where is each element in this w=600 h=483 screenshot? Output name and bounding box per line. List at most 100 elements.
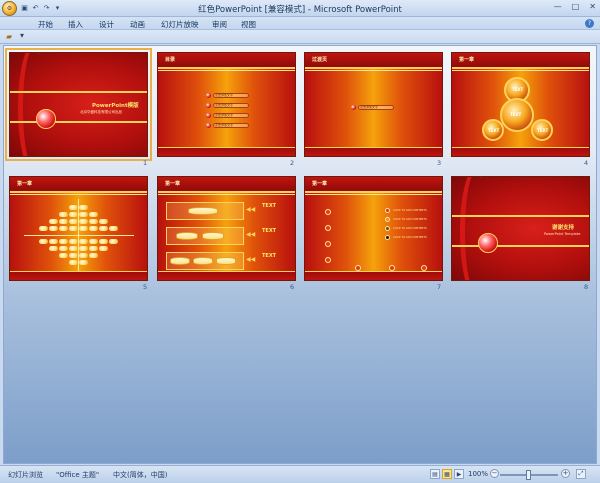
zoom-in-button[interactable]: + (561, 469, 570, 478)
pill-row (39, 239, 118, 244)
pill-shape (89, 239, 98, 244)
chevron-down-icon[interactable]: ▾ (20, 31, 24, 40)
help-icon[interactable]: ? (585, 19, 594, 28)
list-item: 点击添加文字 (206, 113, 249, 118)
slide-thumbnail-6[interactable]: 第一章 ◀◀ TEXT ◀◀ TEXT ◀◀ TEXT (157, 176, 296, 281)
node-label: TEXT (488, 128, 500, 133)
tab-view[interactable]: 视图 (241, 19, 256, 30)
pill-shape (59, 239, 68, 244)
close-button[interactable]: ✕ (589, 2, 596, 11)
row-label: TEXT (262, 228, 277, 234)
slide-footer (452, 148, 589, 156)
list-item-text: 点击添加文字 (213, 123, 249, 128)
tab-design[interactable]: 设计 (99, 19, 114, 30)
fit-to-window-icon[interactable]: ⤢ (576, 469, 586, 479)
bullet-icon (351, 105, 356, 110)
slide-thumbnail-3[interactable]: 过渡页 点击添加文字 (304, 52, 443, 157)
timeline-node (325, 209, 331, 215)
legend-dot (385, 226, 390, 231)
arrow-left-icon: ◀◀ (246, 206, 256, 213)
folder-icon[interactable]: ▰ (6, 32, 16, 41)
timeline-node (325, 241, 331, 247)
pill-shape (89, 253, 98, 258)
gold-line (158, 67, 295, 69)
slide-title: 第一章 (312, 181, 328, 187)
slide-thumbnail-5[interactable]: 第一章 (9, 176, 148, 281)
slide-number: 4 (584, 159, 589, 167)
pill-shape (49, 246, 58, 251)
pill-shape (69, 205, 78, 210)
pill-shape (79, 226, 88, 231)
slide-sorter-pane[interactable]: PowerPoint模版 北京华盛科技有限公司出品 1 目录 点击添加文字 点击… (3, 45, 597, 464)
row-label: TEXT (262, 203, 277, 209)
pill-shape (109, 226, 118, 231)
gold-line (158, 70, 295, 71)
cylinder-shape (202, 232, 224, 240)
pill-shape (39, 226, 48, 231)
node-label: TEXT (512, 87, 524, 92)
tab-animations[interactable]: 动画 (130, 19, 145, 30)
tab-review[interactable]: 审阅 (212, 19, 227, 30)
pill-shape (59, 246, 68, 251)
list-item: 点击添加文字 (206, 123, 249, 128)
pill-shape (99, 246, 108, 251)
node-label: TEXT (510, 112, 522, 117)
slide-footer (158, 148, 295, 156)
slide-title: PowerPoint模版 (92, 103, 139, 109)
slide-number: 5 (143, 283, 148, 291)
cylinder-shape (170, 257, 190, 265)
bullet-icon (206, 123, 211, 128)
gold-band (452, 245, 589, 247)
tab-insert[interactable]: 插入 (68, 19, 83, 30)
list-item: 点击添加文字 (206, 103, 249, 108)
slide-thumbnail-2[interactable]: 目录 点击添加文字 点击添加文字 点击添加文字 点击添加文字 (157, 52, 296, 157)
gold-band (10, 91, 147, 93)
pill-row (69, 205, 88, 210)
pill-shape (49, 219, 58, 224)
maximize-button[interactable]: □ (572, 2, 580, 11)
axis-line (24, 235, 134, 236)
status-bar: 幻灯片浏览 "Office 主题" 中文(简体，中国) ▤ ▦ ▶ 100% −… (0, 465, 600, 483)
legend-dot (385, 217, 390, 222)
zoom-slider-thumb[interactable] (526, 470, 531, 480)
zoom-out-button[interactable]: − (490, 469, 499, 478)
slide-thumbnail-7[interactable]: 第一章 CLICK TO ADD CONTENTS CLICK TO ADD C… (304, 176, 443, 281)
legend-text: CLICK TO ADD CONTENTS (393, 227, 427, 230)
pill-row (49, 219, 108, 224)
slide-title: 第一章 (17, 181, 33, 187)
slide-footer (10, 272, 147, 280)
language-label[interactable]: 中文(简体，中国) (113, 470, 167, 480)
slide-thumbnail-1[interactable]: PowerPoint模版 北京华盛科技有限公司出品 (5, 48, 152, 161)
slide-footer (158, 272, 295, 280)
pill-shape (99, 239, 108, 244)
legend-text: CLICK TO ADD CONTENTS (393, 218, 427, 221)
slide-subtitle: PowerPoint Template (544, 232, 581, 236)
tab-slideshow[interactable]: 幻灯片放映 (161, 19, 199, 30)
pill-shape (39, 239, 48, 244)
tab-home[interactable]: 开始 (38, 19, 53, 30)
gold-line (10, 194, 147, 195)
gold-line (452, 70, 589, 71)
slideshow-view-icon[interactable]: ▶ (454, 469, 464, 479)
slide-header (158, 53, 295, 67)
slide-number: 2 (290, 159, 295, 167)
slide-thumbnail-8[interactable]: 谢谢支持 PowerPoint Template (451, 176, 590, 281)
gold-line (305, 70, 442, 71)
theme-label[interactable]: "Office 主题" (56, 470, 99, 480)
pill-shape (69, 239, 78, 244)
gold-line (158, 194, 295, 195)
slide-sorter-view-icon[interactable]: ▦ (442, 469, 452, 479)
pill-shape (69, 219, 78, 224)
minimize-button[interactable]: — (554, 2, 562, 11)
legend-text: CLICK TO ADD CONTENTS (393, 236, 427, 239)
view-mode-label: 幻灯片浏览 (8, 471, 43, 479)
normal-view-icon[interactable]: ▤ (430, 469, 440, 479)
slide-thumbnail-4[interactable]: 第一章 TEXT TEXT TEXT TEXT (451, 52, 590, 157)
slide-number: 6 (290, 283, 295, 291)
slide-footer (305, 148, 442, 156)
pill-shape (79, 253, 88, 258)
pill-shape (59, 219, 68, 224)
slide-title: 目录 (165, 57, 176, 63)
cylinder-shape (193, 257, 213, 265)
zoom-level[interactable]: 100% (468, 470, 488, 478)
